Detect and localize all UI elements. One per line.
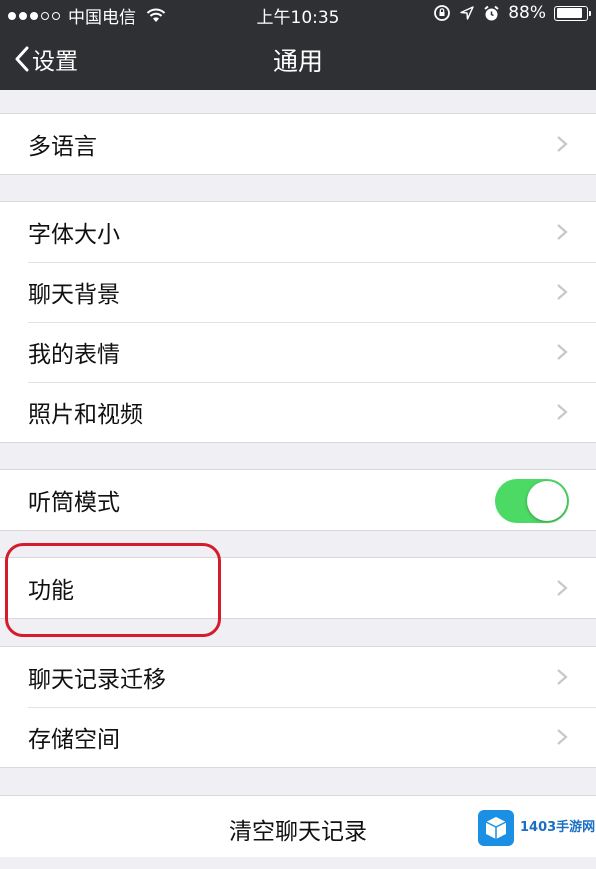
display-group: 字体大小 聊天背景 我的表情 照片和视频 [0, 201, 596, 443]
row-storage-space[interactable]: 存储空间 [0, 707, 596, 767]
row-my-stickers[interactable]: 我的表情 [0, 322, 596, 382]
alarm-icon [484, 5, 499, 20]
row-photos-videos[interactable]: 照片和视频 [0, 382, 596, 442]
watermark-text: 1403手游网 [520, 819, 596, 835]
row-label: 听筒模式 [28, 490, 120, 516]
cube-logo-icon [478, 810, 514, 846]
battery-fill [556, 8, 583, 18]
chevron-right-icon [557, 404, 568, 420]
nav-bar: 设置 通用 [0, 28, 596, 90]
status-bar: 中国电信 上午10:35 88% [0, 0, 596, 28]
earpiece-mode-toggle[interactable] [495, 479, 569, 523]
row-chat-migration[interactable]: 聊天记录迁移 [0, 647, 596, 707]
chevron-right-icon [557, 344, 568, 360]
row-language[interactable]: 多语言 [0, 114, 596, 174]
highlight-annotation [5, 543, 221, 637]
toggle-knob [527, 481, 567, 521]
earpiece-group: 听筒模式 [0, 469, 596, 531]
chevron-right-icon [557, 284, 568, 300]
site-watermark: 1403手游网 [478, 810, 595, 846]
storage-group: 聊天记录迁移 存储空间 [0, 646, 596, 768]
row-label: 我的表情 [28, 342, 120, 368]
row-label: 多语言 [28, 134, 97, 160]
chevron-right-icon [557, 580, 568, 596]
page-title: 通用 [272, 47, 323, 76]
row-label: 存储空间 [28, 727, 120, 753]
row-chat-background[interactable]: 聊天背景 [0, 262, 596, 322]
chevron-right-icon [557, 669, 568, 685]
row-label: 聊天记录迁移 [28, 667, 166, 693]
row-font-size[interactable]: 字体大小 [0, 202, 596, 262]
row-earpiece-mode: 听筒模式 [0, 470, 596, 530]
chevron-right-icon [557, 136, 568, 152]
rotation-lock-icon [434, 5, 451, 21]
battery-percent: 88% [508, 3, 546, 23]
row-label: 字体大小 [28, 222, 120, 248]
row-label: 聊天背景 [28, 282, 120, 308]
battery-icon [554, 5, 591, 21]
status-right: 88% [433, 3, 591, 23]
language-group: 多语言 [0, 113, 596, 175]
location-arrow-icon [460, 6, 474, 20]
chevron-right-icon [557, 729, 568, 745]
row-label: 照片和视频 [28, 402, 143, 428]
chevron-right-icon [557, 224, 568, 240]
